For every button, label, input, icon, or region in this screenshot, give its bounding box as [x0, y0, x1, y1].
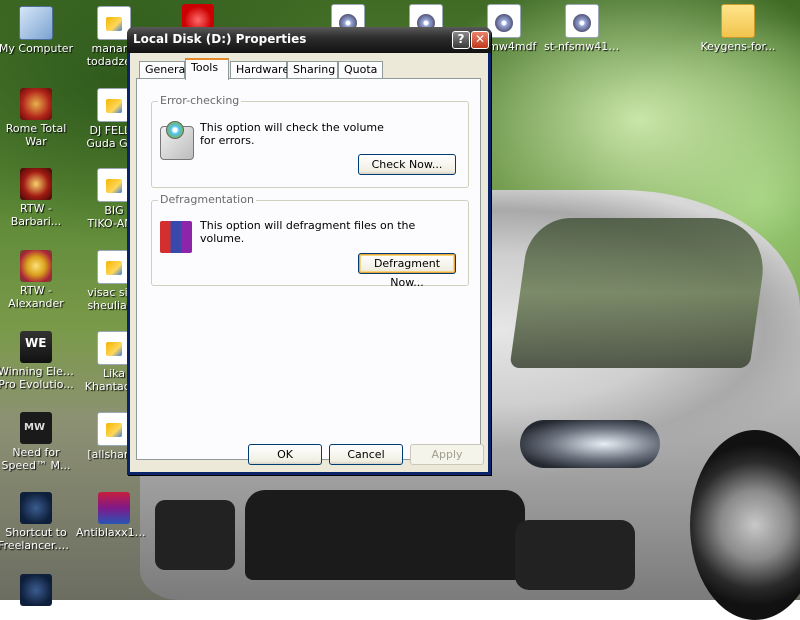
- folder-icon: [721, 4, 755, 38]
- rtw-barbarian-icon: [20, 168, 52, 200]
- desktop-icon-label: Keygens-for...: [700, 40, 776, 53]
- tab-label: Quota: [344, 63, 378, 76]
- defragmentation-description: This option will defragment files on the…: [200, 219, 416, 245]
- button-label: Apply: [431, 448, 463, 461]
- button-label: OK: [277, 448, 293, 461]
- computer-icon: [19, 6, 53, 40]
- desktop-icon-label: Pro Evolutio...: [0, 378, 74, 391]
- tab-hardware[interactable]: Hardware: [230, 61, 290, 78]
- media-file-icon: [97, 168, 131, 202]
- desktop-icon-label: st-nfsmw41....: [544, 40, 620, 53]
- desktop-icon-keygens[interactable]: Keygens-for...: [700, 4, 776, 53]
- desktop-icon-label: Rome Total: [5, 122, 67, 135]
- error-checking-title: Error-checking: [158, 94, 242, 107]
- tab-label: Sharing: [293, 63, 336, 76]
- desktop-icon-label: Need for: [12, 446, 60, 459]
- properties-window: Local Disk (D:) Properties ? ✕ General T…: [127, 27, 491, 475]
- close-button[interactable]: ✕: [471, 31, 489, 49]
- desktop-icon-st-nfsmw41[interactable]: st-nfsmw41....: [544, 4, 620, 53]
- wallpaper-car-vent-left: [155, 500, 235, 570]
- desktop-icon-freelancer[interactable]: Shortcut to Freelancer.exe: [0, 492, 74, 552]
- disk-check-icon: [160, 121, 194, 160]
- media-file-icon: [97, 412, 131, 446]
- desktop-icon-label: Shortcut to: [5, 526, 67, 539]
- desktop-icon-winning-eleven[interactable]: Winning Eleven Pro Evolutio...: [0, 331, 74, 391]
- disc-image-icon: [565, 4, 599, 38]
- tools-tab-panel: Error-checking This option will check th…: [136, 78, 481, 460]
- desktop-icon-antiblaxx[interactable]: Antiblaxx11...: [76, 492, 152, 539]
- button-label: Defragment Now...: [373, 257, 441, 289]
- error-checking-description: This option will check the volume for er…: [200, 121, 384, 147]
- close-icon: ✕: [474, 32, 486, 46]
- media-file-icon: [97, 88, 131, 122]
- check-now-button[interactable]: Check Now...: [358, 154, 456, 175]
- defragmentation-title: Defragmentation: [158, 193, 256, 206]
- help-icon: ?: [457, 32, 465, 46]
- window-body: General Tools Hardware Sharing Quota Err…: [130, 53, 488, 472]
- desktop-icon-label: RTW -: [20, 284, 52, 297]
- winning-eleven-icon: [20, 331, 52, 363]
- desktop-icon-label: My Computer: [0, 42, 74, 55]
- error-checking-group: Error-checking This option will check th…: [151, 94, 469, 188]
- desktop-icon-my-computer[interactable]: My Computer: [0, 6, 74, 55]
- button-label: Cancel: [347, 448, 385, 461]
- tab-quota[interactable]: Quota: [338, 61, 383, 78]
- desktop-icon-label: War: [25, 135, 47, 148]
- wallpaper-car-window: [509, 218, 771, 368]
- winrar-archive-icon: [98, 492, 130, 524]
- tab-tools[interactable]: Tools: [185, 58, 229, 80]
- defragmentation-group: Defragmentation This option will defragm…: [151, 193, 469, 289]
- tab-sharing[interactable]: Sharing: [287, 61, 338, 78]
- desktop-icon-label: Speed™ M...: [1, 459, 71, 472]
- wallpaper-car-grille: [245, 490, 525, 580]
- disc-image-icon: [487, 4, 521, 38]
- wallpaper-car-vent-right: [515, 520, 635, 590]
- desktop-icon-label: RTW -: [20, 202, 52, 215]
- tab-label: Tools: [191, 61, 219, 74]
- wallpaper-car-headlight: [520, 420, 660, 468]
- help-button[interactable]: ?: [452, 31, 470, 49]
- cancel-button[interactable]: Cancel: [329, 444, 403, 465]
- button-label: Check Now...: [371, 158, 443, 171]
- defragment-icon: [160, 221, 192, 253]
- freelancer-icon: [20, 492, 52, 524]
- tab-label: General: [145, 63, 189, 76]
- desktop-icon-rtw-alexander[interactable]: RTW - Alexander: [0, 250, 74, 310]
- desktop-icon-label: Winning Eleven: [0, 365, 74, 378]
- media-file-icon: [97, 250, 131, 284]
- document-icon: [97, 6, 131, 40]
- desktop-icon-label: Barbari...: [10, 215, 62, 228]
- defragment-now-button[interactable]: Defragment Now...: [358, 253, 456, 289]
- desktop-icon-need-for-speed[interactable]: Need for Speed™ M...: [0, 412, 74, 472]
- tab-label: Hardware: [236, 63, 290, 76]
- rome-total-war-icon: [20, 88, 52, 120]
- media-file-icon: [97, 331, 131, 365]
- desktop-icon-bottom-partial[interactable]: [0, 574, 74, 608]
- desktop-icon-rome-total-war[interactable]: Rome Total War: [0, 88, 74, 148]
- rtw-alexander-icon: [20, 250, 52, 282]
- window-title: Local Disk (D:) Properties: [133, 32, 307, 46]
- desktop-icon-rtw-barbarian[interactable]: RTW - Barbari...: [0, 168, 74, 228]
- title-bar[interactable]: Local Disk (D:) Properties ? ✕: [127, 27, 491, 53]
- need-for-speed-icon: [20, 412, 52, 444]
- tab-general[interactable]: General: [139, 61, 189, 78]
- desktop-icon-label: Freelancer.exe: [0, 539, 74, 552]
- apply-button[interactable]: Apply: [410, 444, 484, 465]
- desktop-icon-label: Antiblaxx11...: [76, 526, 152, 539]
- ok-button[interactable]: OK: [248, 444, 322, 465]
- app-icon: [20, 574, 52, 606]
- desktop-icon-label: Alexander: [8, 297, 64, 310]
